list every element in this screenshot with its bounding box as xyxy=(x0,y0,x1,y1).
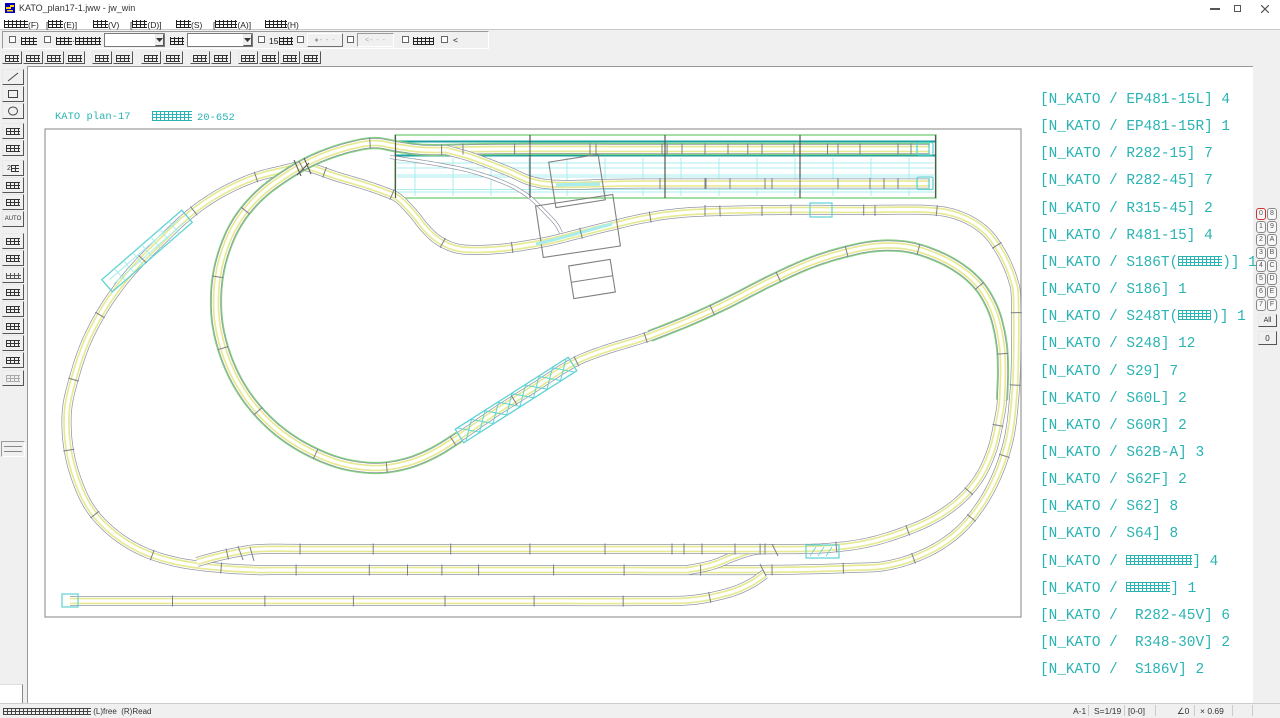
svg-text:KATO plan-17: KATO plan-17 xyxy=(55,111,131,123)
svg-text:20-652: 20-652 xyxy=(197,112,235,124)
